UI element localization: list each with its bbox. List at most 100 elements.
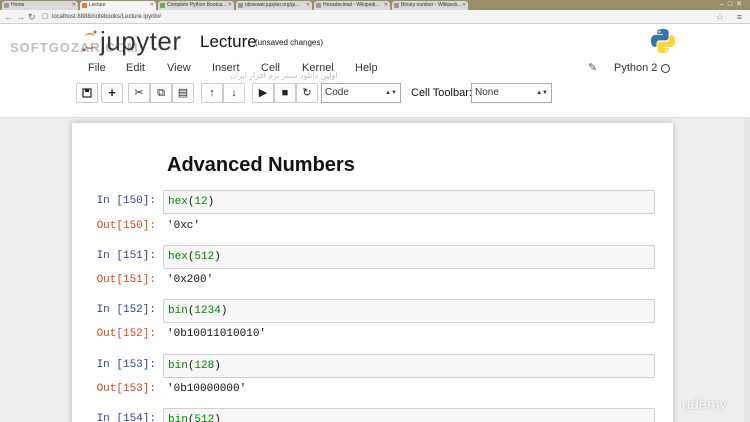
tab-label: Binary number - Wikipedi... [401,2,462,8]
restart-icon: ↻ [302,87,312,99]
tab-close-icon[interactable]: ✕ [462,1,466,10]
tab-favicon-icon [316,3,321,8]
toolbar: + ✂ ⧉ ▤ ↑ ↓ ▶ ■ ↻ Code ▲▼ Cell Toolbar: … [74,83,678,105]
tab-close-icon[interactable]: ✕ [150,1,154,10]
cell-type-select[interactable]: Code ▲▼ [321,83,401,103]
menu-kernel[interactable]: Kernel [302,57,334,79]
browser-tab-home[interactable]: Home ✕ [2,1,78,10]
cell-output: '0x200' [167,274,214,286]
plus-icon: + [108,85,116,100]
browser-tab-bootcamp[interactable]: Complete Python Bootca... ✕ [158,1,234,10]
menu-help[interactable]: Help [355,57,378,79]
python-logo-icon [651,29,675,53]
browser-menu-icon[interactable]: ≡ [737,11,742,23]
notebook-page: Advanced Numbers In [150]: hex(12) Out[1… [72,123,673,422]
run-button[interactable]: ▶ [252,83,274,103]
kernel-name: Python 2 [614,62,658,74]
cell-output: '0b10011010010' [167,328,267,340]
code-cell-input[interactable]: bin(1234) [163,299,655,323]
interrupt-button[interactable]: ■ [274,83,296,103]
code-text: bin(128) [168,360,221,372]
code-cell-input[interactable]: hex(512) [163,245,655,269]
tab-label: Home [11,2,25,8]
browser-tab-hexadecimal[interactable]: Hexadecimal - Wikipedi... ✕ [314,1,390,10]
udemy-watermark: udemy [682,396,728,413]
copy-button[interactable]: ⧉ [150,83,172,103]
save-icon [82,88,92,98]
dropdown-arrow-icon: ▲▼ [385,90,397,96]
browser-tab-binary[interactable]: Binary number - Wikipedi... ✕ [392,1,468,10]
code-cell-input[interactable]: hex(12) [163,190,655,214]
play-icon: ▶ [258,87,268,99]
scissors-icon: ✂ [134,87,144,99]
tab-label: Lecture [89,2,106,8]
address-bar: ← → ↻ ▢ localhost:8888/notebooks/Lecture… [0,10,750,24]
code-text: hex(512) [168,251,221,263]
markdown-heading[interactable]: Advanced Numbers [167,154,355,177]
stop-icon: ■ [281,87,289,99]
cell-toolbar-label: Cell Toolbar: [411,87,472,99]
menu-file[interactable]: File [88,57,106,79]
browser-tab-nbviewer[interactable]: nbviewer.jupyter.org/gi... ✕ [236,1,312,10]
code-cell-input[interactable]: bin(128) [163,354,655,378]
browser-tab-lecture[interactable]: Lecture ✕ [80,1,156,10]
menu-view[interactable]: View [167,57,191,79]
cell-output: '0b10000000' [167,383,247,395]
tab-label: nbviewer.jupyter.org/gi... [245,2,299,8]
cut-button[interactable]: ✂ [128,83,150,103]
kernel-idle-indicator-icon [661,64,670,73]
tab-favicon-icon [160,3,165,8]
tab-label: Hexadecimal - Wikipedi... [323,2,380,8]
input-prompt: In [153]: [96,359,156,371]
cell-type-value: Code [325,87,349,98]
paste-icon: ▤ [177,87,189,99]
code-cell-input[interactable]: bin(512) [163,408,655,422]
tab-favicon-icon [4,3,9,8]
menu-cell[interactable]: Cell [261,57,280,79]
forward-icon[interactable]: → [16,11,25,23]
notebook-area: Advanced Numbers In [150]: hex(12) Out[1… [0,118,750,422]
move-down-button[interactable]: ↓ [223,83,245,103]
window-controls[interactable]: –□✕ [720,0,746,10]
code-text: hex(12) [168,196,215,208]
tab-close-icon[interactable]: ✕ [228,1,232,10]
reload-icon[interactable]: ↻ [28,11,36,23]
tab-favicon-icon [394,3,399,8]
watermark-text: SOFTGOZAR.COM [10,40,139,55]
copy-icon: ⧉ [157,87,165,99]
tab-close-icon[interactable]: ✕ [306,1,310,10]
arrow-up-icon: ↑ [209,87,215,99]
url-field[interactable]: localhost:8888/notebooks/Lecture.ipynb# [52,12,672,22]
notebook-title[interactable]: Lecture [200,32,257,52]
save-button[interactable] [76,83,98,103]
output-prompt: Out[151]: [96,274,156,286]
paste-button[interactable]: ▤ [172,83,194,103]
output-prompt: Out[152]: [96,328,156,340]
tab-close-icon[interactable]: ✕ [72,1,76,10]
restart-button[interactable]: ↻ [296,83,318,103]
back-icon[interactable]: ← [4,11,13,23]
save-status: (unsaved changes) [255,38,324,47]
page-icon: ▢ [42,13,49,20]
menubar: File Edit View Insert Cell Kernel Help ✎… [74,57,678,79]
scrollbar[interactable] [744,118,750,422]
dropdown-arrow-icon: ▲▼ [536,90,548,96]
input-prompt: In [150]: [96,195,156,207]
bookmark-star-icon[interactable]: ☆ [716,11,724,23]
code-text: bin(1234) [168,305,228,317]
cell-toolbar-select[interactable]: None ▲▼ [471,83,552,103]
tab-close-icon[interactable]: ✕ [384,1,388,10]
input-prompt: In [152]: [96,304,156,316]
tab-favicon-icon [82,3,87,8]
edit-pencil-icon[interactable]: ✎ [588,57,597,79]
move-up-button[interactable]: ↑ [201,83,223,103]
output-prompt: Out[150]: [96,220,156,232]
browser-tab-bar: Home ✕ Lecture ✕ Complete Python Bootca.… [0,0,750,10]
tab-label: Complete Python Bootca... [167,2,227,8]
cell-toolbar-value: None [475,87,499,98]
input-prompt: In [154]: [96,413,156,422]
menu-edit[interactable]: Edit [126,57,145,79]
jupyter-header: jupyter Lecture (unsaved changes) SOFTGO… [0,24,750,118]
insert-cell-button[interactable]: + [101,83,123,103]
menu-insert[interactable]: Insert [212,57,240,79]
